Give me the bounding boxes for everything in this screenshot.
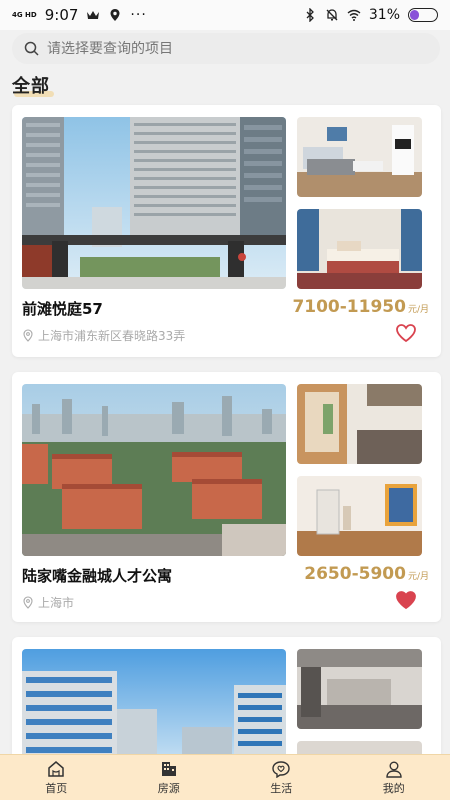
user-icon — [386, 761, 402, 778]
address-text: 上海市 — [38, 596, 75, 610]
battery-icon — [408, 8, 438, 22]
nav-life[interactable]: 生活 — [241, 760, 321, 796]
listing-main-photo[interactable] — [22, 649, 286, 769]
favorite-heart-icon[interactable] — [395, 323, 417, 343]
listing-address: 上海市浦东新区春晓路33弄 — [22, 327, 185, 344]
search-icon — [24, 41, 39, 56]
listing-name: 前滩悦庭57 — [22, 300, 103, 318]
listing-photo-room[interactable] — [297, 476, 422, 556]
location-pin-icon — [110, 9, 120, 21]
home-icon — [48, 760, 64, 777]
nav-profile-label: 我的 — [382, 781, 405, 795]
search-box[interactable] — [12, 33, 440, 64]
listing-card[interactable]: 前滩悦庭57 7100-11950 元/月 上海市浦东新区春晓路33弄 — [12, 105, 441, 357]
address-text: 上海市浦东新区春晓路33弄 — [38, 329, 186, 343]
section-title: 全部 — [12, 76, 50, 97]
network-indicator: 4G HD — [12, 11, 37, 19]
battery-percent: 31% — [368, 7, 400, 23]
listing-photo-dining[interactable] — [297, 649, 422, 729]
listing-price: 7100-11950 元/月 — [292, 297, 429, 317]
crown-icon — [87, 11, 100, 19]
listing-address: 上海市 — [22, 594, 74, 611]
listing-photo-kitchen[interactable] — [297, 384, 422, 464]
listing-card[interactable]: 陆家嘴金融城人才公寓 2650-5900 元/月 上海市 — [12, 372, 441, 622]
search-bar — [12, 33, 440, 64]
listing-name: 陆家嘴金融城人才公寓 — [22, 567, 173, 585]
mute-bell-icon — [326, 9, 338, 21]
heart-chat-icon — [272, 760, 290, 778]
price-unit: 元/月 — [407, 572, 429, 582]
wifi-icon — [347, 9, 361, 21]
nav-listings-label: 房源 — [157, 781, 180, 795]
more-icon: ··· — [130, 7, 147, 23]
listing-photo-living-room[interactable] — [297, 117, 422, 197]
nav-home-label: 首页 — [45, 781, 68, 795]
listing-main-photo[interactable] — [22, 117, 286, 289]
nav-listings[interactable]: 房源 — [129, 760, 209, 796]
listing-photo-bedroom[interactable] — [297, 209, 422, 289]
listing-main-photo[interactable] — [22, 384, 286, 556]
price-unit: 元/月 — [407, 305, 429, 315]
nav-profile[interactable]: 我的 — [354, 760, 434, 796]
clock: 9:07 — [44, 6, 79, 24]
search-input[interactable] — [47, 40, 407, 57]
nav-life-label: 生活 — [270, 781, 293, 795]
location-pin-icon — [23, 329, 33, 342]
status-bar: 4G HD 9:07 ··· 31% — [0, 0, 450, 30]
nav-home[interactable]: 首页 — [16, 760, 96, 796]
bluetooth-icon — [306, 8, 314, 22]
location-pin-icon — [23, 596, 33, 609]
price-value: 7100-11950 — [292, 297, 406, 317]
building-icon — [161, 761, 176, 776]
favorite-heart-icon[interactable] — [395, 590, 417, 610]
price-value: 2650-5900 — [304, 564, 406, 584]
listing-price: 2650-5900 元/月 — [304, 564, 429, 584]
bottom-nav: 首页 房源 生活 我的 — [0, 754, 450, 800]
